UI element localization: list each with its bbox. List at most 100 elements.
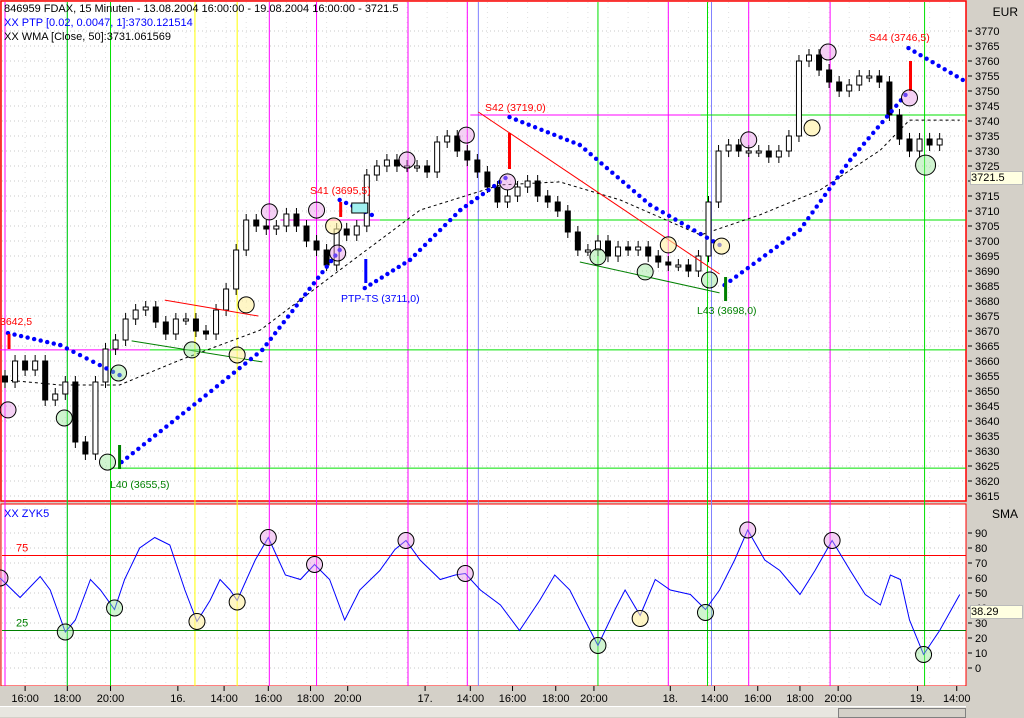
ptp-dot (390, 268, 396, 273)
pink-marker (0, 401, 17, 419)
ptp-dot (147, 437, 152, 443)
green-marker (55, 409, 73, 427)
ptp-dot (615, 175, 620, 180)
ptp-dot (385, 271, 390, 277)
price-tick-label: 3730 (975, 146, 999, 158)
ptp-dot (810, 210, 815, 215)
oscillator-level-label: 25 (16, 618, 28, 630)
oscillator-panel[interactable] (0, 503, 967, 687)
candle (615, 246, 622, 257)
horizontal-scrollbar[interactable] (0, 706, 966, 718)
candle (323, 249, 330, 266)
pink-oscillator-marker (397, 532, 415, 549)
ptp-dot (458, 207, 463, 213)
ptp-dot (12, 332, 17, 337)
ptp-dot (469, 199, 474, 205)
ptp-dot (685, 224, 691, 229)
ptp-dot (889, 108, 894, 114)
ptp-dot (203, 393, 208, 398)
ptp-dot (774, 244, 779, 250)
pink-marker (740, 131, 758, 149)
ptp-dot (861, 141, 867, 146)
price-tick-label: 3655 (975, 371, 999, 383)
price-tick-label: 3645 (975, 401, 999, 413)
ptp-dot (226, 375, 231, 380)
ptp-dot (532, 125, 538, 130)
green-marker (99, 453, 117, 471)
candle (223, 288, 230, 311)
signal-label-ptp-ts: PTP-TS (3711,0) (341, 293, 420, 305)
ptp-dot (679, 220, 684, 226)
ptp-dot (407, 257, 413, 263)
ptp-dot (362, 285, 367, 291)
ptp-dot (631, 188, 637, 194)
candle (253, 219, 260, 227)
candle (363, 174, 370, 227)
yellow-oscillator-marker (631, 610, 649, 627)
ptp-dot (412, 252, 418, 258)
green-marker (110, 364, 128, 382)
ptp-dot (38, 338, 43, 343)
ptp-dot (97, 362, 103, 368)
ptp-dot (442, 222, 448, 228)
candle (243, 219, 250, 251)
ptp-dot (243, 361, 248, 366)
candle (675, 264, 682, 268)
candle (464, 150, 471, 161)
ptp-ts-box (351, 202, 369, 214)
candle (504, 195, 511, 203)
candle (816, 54, 823, 71)
candle (735, 144, 742, 152)
candle (866, 75, 873, 79)
ptp-dot (791, 231, 797, 237)
ptp-dot (871, 130, 876, 136)
price-tick-label: 3630 (975, 446, 999, 458)
candle (213, 309, 220, 335)
ptp-dot (379, 275, 384, 280)
candle (876, 75, 883, 83)
ptp-dot (290, 308, 295, 314)
candle (514, 186, 521, 197)
oscillator-tick-label: 90 (975, 528, 987, 540)
ptp-dot (260, 347, 265, 353)
time-tick-label: 18:00 (54, 693, 82, 705)
green-oscillator-marker (696, 604, 714, 621)
signal-bar (909, 61, 913, 91)
green-oscillator-marker (56, 623, 74, 641)
pink-oscillator-marker (259, 529, 277, 546)
price-tick-label: 3770 (975, 26, 999, 38)
ptp-dot (692, 228, 697, 233)
price-tick-label: 3650 (975, 386, 999, 398)
time-tick-label: 14:00 (701, 693, 729, 705)
ptp-dot (822, 192, 828, 198)
candle (42, 360, 49, 401)
time-tick-label: 16:00 (255, 693, 283, 705)
green-marker (701, 271, 719, 289)
candle (795, 60, 802, 137)
candle (836, 81, 843, 92)
ptp-dot (960, 77, 965, 83)
candle (172, 318, 179, 335)
candle (826, 69, 833, 83)
green-marker (589, 248, 607, 266)
candle (725, 144, 732, 152)
candle (12, 360, 19, 383)
time-tick-label: 16:00 (11, 693, 39, 705)
candle (806, 54, 812, 62)
oscillator-legend: XX ZYK5 (4, 508, 50, 520)
green-oscillator-marker (915, 646, 933, 663)
candle (534, 180, 541, 197)
price-tick-label: 3695 (975, 251, 999, 263)
price-tick-label: 3710 (975, 206, 999, 218)
price-tick-label: 3715 (975, 191, 999, 203)
signal-label-s44: S44 (3746,5) (869, 32, 930, 44)
oscillator-tick-label: 50 (975, 588, 987, 600)
main-panel[interactable] (0, 0, 967, 502)
ptp-dot (311, 281, 317, 286)
candle (152, 306, 159, 323)
candle (906, 138, 913, 152)
ptp-dot (626, 184, 631, 189)
current-oscillator-label: 38.29 (970, 605, 1023, 619)
ptp-dot (486, 187, 491, 193)
oscillator-tick-label: 80 (975, 543, 987, 555)
